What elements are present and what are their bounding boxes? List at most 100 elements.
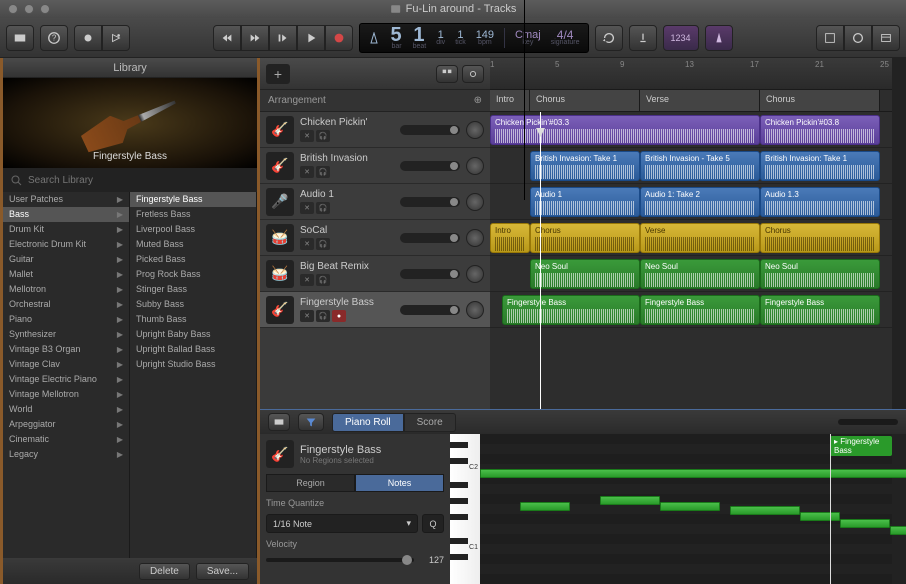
forward-button[interactable]	[241, 25, 269, 51]
stop-button[interactable]	[269, 25, 297, 51]
cycle-button[interactable]	[595, 25, 623, 51]
track-volume-slider[interactable]	[400, 197, 460, 207]
rewind-button[interactable]	[213, 25, 241, 51]
add-track-button[interactable]: +	[266, 64, 290, 84]
library-save-button[interactable]: Save...	[196, 563, 249, 580]
library-patch-row[interactable]: Upright Studio Bass	[130, 357, 256, 372]
library-category-row[interactable]: Piano▶	[3, 312, 129, 327]
editor-filter-button[interactable]	[298, 413, 324, 431]
region[interactable]: Fingerstyle Bass	[760, 295, 880, 325]
region[interactable]: Audio 1: Take 2	[640, 187, 760, 217]
track-volume-slider[interactable]	[400, 125, 460, 135]
arrangement-marker[interactable]: Verse	[640, 90, 760, 111]
library-category-row[interactable]: Arpeggiator▶	[3, 417, 129, 432]
smart-controls-button[interactable]	[74, 25, 102, 51]
arrangement-marker[interactable]: Chorus	[760, 90, 880, 111]
track-solo-button[interactable]: 🎧	[316, 166, 330, 178]
region[interactable]: Fingerstyle Bass	[502, 295, 640, 325]
library-category-row[interactable]: Vintage Mellotron▶	[3, 387, 129, 402]
region[interactable]: Chicken Pickin'#03.8	[760, 115, 880, 145]
library-patch-row[interactable]: Subby Bass	[130, 297, 256, 312]
track-header-gear-button[interactable]	[462, 65, 484, 83]
library-patch-row[interactable]: Stinger Bass	[130, 282, 256, 297]
track-volume-slider[interactable]	[400, 161, 460, 171]
ruler[interactable]: 15913172125	[490, 58, 892, 90]
arrangement-marker[interactable]: Chorus	[530, 90, 640, 111]
region[interactable]: British Invasion: Take 1	[760, 151, 880, 181]
library-patch-row[interactable]: Muted Bass	[130, 237, 256, 252]
library-category-row[interactable]: Legacy▶	[3, 447, 129, 462]
playhead[interactable]	[540, 112, 541, 409]
library-patch-row[interactable]: Liverpool Bass	[130, 222, 256, 237]
track-header[interactable]: 🎸 Chicken Pickin' ✕ 🎧	[260, 112, 490, 148]
timeline[interactable]: 15913172125 IntroChorusVerseChorus Chick…	[490, 58, 892, 409]
track-mute-button[interactable]: ✕	[300, 274, 314, 286]
editor-view-button[interactable]	[268, 413, 290, 431]
library-category-row[interactable]: Bass▶	[3, 207, 129, 222]
zoom-window-icon[interactable]	[40, 4, 50, 14]
piano-keyboard[interactable]: C2C1	[450, 434, 480, 584]
region[interactable]: Verse	[640, 223, 760, 253]
library-category-row[interactable]: Mellotron▶	[3, 282, 129, 297]
library-toggle-button[interactable]	[6, 25, 34, 51]
midi-note[interactable]	[480, 469, 906, 478]
quantize-select[interactable]: 1/16 Note ▾	[266, 514, 418, 533]
region[interactable]: Audio 1.3	[760, 187, 880, 217]
track-pan-knob[interactable]	[466, 157, 484, 175]
library-category-row[interactable]: User Patches▶	[3, 192, 129, 207]
region[interactable]: Neo Soul	[760, 259, 880, 289]
subtab-notes[interactable]: Notes	[355, 474, 444, 492]
track-volume-slider[interactable]	[400, 233, 460, 243]
editor-region-label[interactable]: ▸ Fingerstyle Bass	[830, 436, 892, 456]
library-category-row[interactable]: Synthesizer▶	[3, 327, 129, 342]
track-header[interactable]: 🎸 Fingerstyle Bass ✕ 🎧 ●	[260, 292, 490, 328]
track-header-config-button[interactable]	[436, 65, 458, 83]
track-pan-knob[interactable]	[466, 121, 484, 139]
midi-note[interactable]	[840, 519, 890, 528]
track-solo-button[interactable]: 🎧	[316, 310, 330, 322]
midi-note[interactable]	[890, 526, 906, 535]
track-volume-slider[interactable]	[400, 269, 460, 279]
midi-note[interactable]	[660, 502, 720, 511]
media-browser-button[interactable]	[872, 25, 900, 51]
track-header[interactable]: 🥁 Big Beat Remix ✕ 🎧	[260, 256, 490, 292]
track-mute-button[interactable]: ✕	[300, 310, 314, 322]
track-pan-knob[interactable]	[466, 229, 484, 247]
track-header[interactable]: 🎸 British Invasion ✕ 🎧	[260, 148, 490, 184]
library-category-row[interactable]: Electronic Drum Kit▶	[3, 237, 129, 252]
subtab-region[interactable]: Region	[266, 474, 355, 492]
library-category-row[interactable]: Vintage B3 Organ▶	[3, 342, 129, 357]
library-category-row[interactable]: Vintage Clav▶	[3, 357, 129, 372]
library-category-row[interactable]: Mallet▶	[3, 267, 129, 282]
library-category-row[interactable]: World▶	[3, 402, 129, 417]
track-pan-knob[interactable]	[466, 301, 484, 319]
library-category-row[interactable]: Drum Kit▶	[3, 222, 129, 237]
library-category-row[interactable]: Orchestral▶	[3, 297, 129, 312]
midi-note[interactable]	[600, 496, 660, 505]
track-mute-button[interactable]: ✕	[300, 238, 314, 250]
editors-button[interactable]	[102, 25, 130, 51]
track-solo-button[interactable]: 🎧	[316, 238, 330, 250]
track-header[interactable]: 🥁 SoCal ✕ 🎧	[260, 220, 490, 256]
track-solo-button[interactable]: 🎧	[316, 130, 330, 142]
arrangement-header[interactable]: Arrangement ⊕	[260, 90, 490, 112]
velocity-slider[interactable]	[266, 558, 414, 562]
library-search-input[interactable]	[28, 175, 249, 186]
track-solo-button[interactable]: 🎧	[316, 202, 330, 214]
region[interactable]: Neo Soul	[640, 259, 760, 289]
library-delete-button[interactable]: Delete	[139, 563, 190, 580]
lcd-display[interactable]: 5bar 1beat 1div 1tick 149bpm Cmajkey 4/4…	[359, 23, 588, 53]
library-category-row[interactable]: Cinematic▶	[3, 432, 129, 447]
track-solo-button[interactable]: 🎧	[316, 274, 330, 286]
track-record-enable-button[interactable]: ●	[332, 310, 346, 322]
editor-zoom-slider[interactable]	[838, 419, 898, 425]
minimize-window-icon[interactable]	[24, 4, 34, 14]
editor-scrollbar[interactable]	[892, 434, 906, 584]
library-patch-row[interactable]: Prog Rock Bass	[130, 267, 256, 282]
editor-playhead[interactable]	[830, 434, 831, 584]
midi-note[interactable]	[520, 502, 570, 511]
track-pan-knob[interactable]	[466, 193, 484, 211]
region[interactable]: Chorus	[530, 223, 640, 253]
piano-roll[interactable]: C2C1 3.345▸ Fingerstyle Bass	[450, 434, 892, 584]
library-patch-row[interactable]: Upright Ballad Bass	[130, 342, 256, 357]
